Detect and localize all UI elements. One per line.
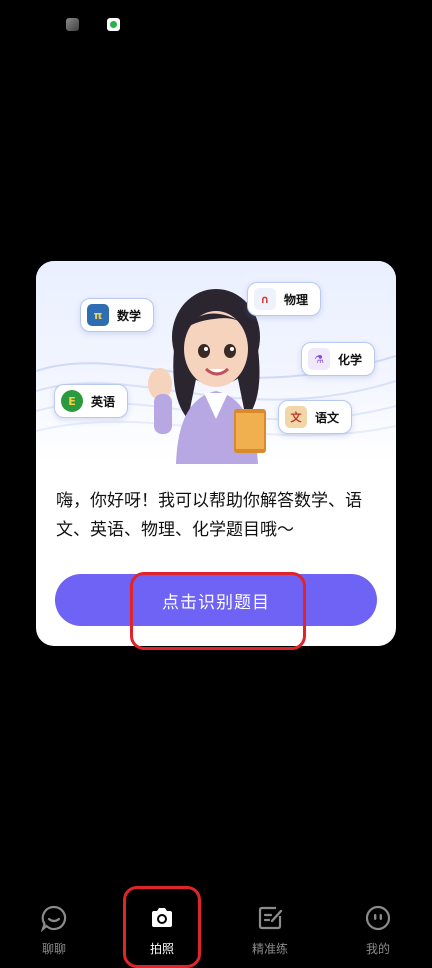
annotation-highlight-tab [123,886,201,968]
tab-label: 我的 [365,942,390,956]
flask-icon: ⚗ [308,348,330,370]
subject-chip-physics[interactable]: ∩ 物理 [247,282,322,316]
subject-chip-label: 物理 [284,292,309,307]
chat-icon [40,905,67,932]
profile-face-icon [365,905,391,931]
subject-chip-label: 英语 [91,394,116,409]
app-notification-icon [66,18,79,31]
subject-chip-math[interactable]: π 数学 [80,298,155,332]
math-icon: π [87,304,109,326]
video-app-notification-icon [107,18,120,31]
bottom-tab-bar: 聊聊 拍照 精准练 我的 [0,890,432,964]
tab-practice[interactable]: 精准练 [216,890,324,964]
hero-illustration: π 数学 ∩ 物理 ⚗ 化学 E 英语 文 语文 [36,261,396,464]
edit-note-icon [258,906,283,930]
magnet-icon: ∩ [254,288,276,310]
subject-chip-chinese[interactable]: 文 语文 [278,400,353,434]
subject-chip-chemistry[interactable]: ⚗ 化学 [301,342,376,376]
tab-chat[interactable]: 聊聊 [0,890,108,964]
subject-chip-label: 语文 [315,410,340,425]
status-bar-icons [66,18,120,31]
tab-profile[interactable]: 我的 [324,890,432,964]
subject-chip-label: 数学 [117,308,142,323]
subject-chip-label: 化学 [338,352,363,367]
tab-label: 聊聊 [41,942,66,956]
tab-label: 精准练 [251,942,288,956]
annotation-highlight-button [130,572,306,650]
english-letter-icon: E [61,390,83,412]
chinese-character-icon: 文 [285,406,307,428]
subject-chip-english[interactable]: E 英语 [54,384,129,418]
assistant-greeting: 嗨，你好呀！我可以帮助你解答数学、语文、英语、物理、化学题目哦～ [56,491,362,540]
